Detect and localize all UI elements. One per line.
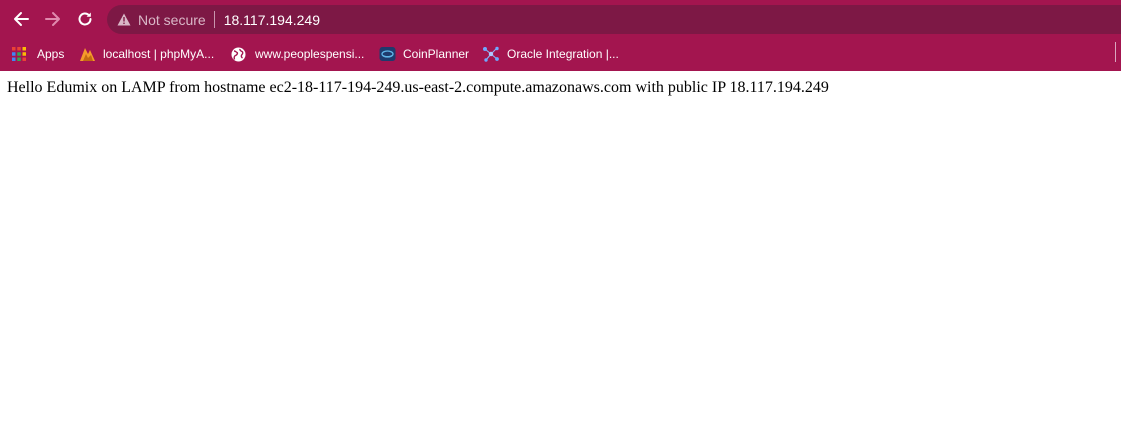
bookmark-oracle-integration[interactable]: Oracle Integration |... bbox=[482, 43, 619, 65]
globe-icon bbox=[231, 47, 246, 61]
security-label: Not secure bbox=[138, 11, 206, 28]
warning-triangle-icon bbox=[117, 13, 131, 26]
forward-arrow-icon bbox=[45, 12, 60, 26]
bookmark-label: localhost | phpMyA... bbox=[103, 47, 215, 61]
reload-icon bbox=[78, 12, 92, 26]
bookmark-label: Oracle Integration |... bbox=[507, 47, 619, 61]
forward-button[interactable] bbox=[41, 7, 65, 31]
bookmarks-bar-divider bbox=[1115, 42, 1116, 62]
page-content: Hello Edumix on LAMP from hostname ec2-1… bbox=[0, 71, 1121, 443]
bookmark-label: CoinPlanner bbox=[403, 47, 470, 61]
browser-chrome: Not secure 18.117.194.249 Apps localhost… bbox=[0, 0, 1121, 71]
back-arrow-icon bbox=[14, 12, 29, 26]
address-bar[interactable]: Not secure 18.117.194.249 bbox=[107, 5, 1121, 34]
apps-grid-icon bbox=[12, 47, 26, 61]
page-body-text: Hello Edumix on LAMP from hostname ec2-1… bbox=[7, 79, 829, 96]
url-text[interactable]: 18.117.194.249 bbox=[224, 12, 320, 28]
coinplanner-icon bbox=[379, 47, 396, 61]
reload-button[interactable] bbox=[73, 7, 97, 31]
bookmark-apps[interactable]: Apps bbox=[12, 43, 64, 65]
security-indicator[interactable]: Not secure bbox=[117, 5, 206, 34]
omnibox-divider bbox=[213, 11, 215, 28]
bookmark-phpmyadmin[interactable]: localhost | phpMyA... bbox=[79, 43, 214, 65]
bookmark-coinplanner[interactable]: CoinPlanner bbox=[379, 43, 469, 65]
browser-toolbar: Not secure 18.117.194.249 bbox=[0, 0, 1121, 37]
bookmark-peoplespension[interactable]: www.peoplespensi... bbox=[231, 43, 364, 65]
phpmyadmin-icon bbox=[80, 48, 95, 61]
back-button[interactable] bbox=[9, 7, 33, 31]
bookmarks-bar: Apps localhost | phpMyA... www.peoplespe… bbox=[0, 37, 1121, 71]
bookmark-label: www.peoplespensi... bbox=[255, 47, 365, 61]
bookmark-label: Apps bbox=[37, 47, 65, 61]
oracle-integration-icon bbox=[483, 46, 499, 62]
